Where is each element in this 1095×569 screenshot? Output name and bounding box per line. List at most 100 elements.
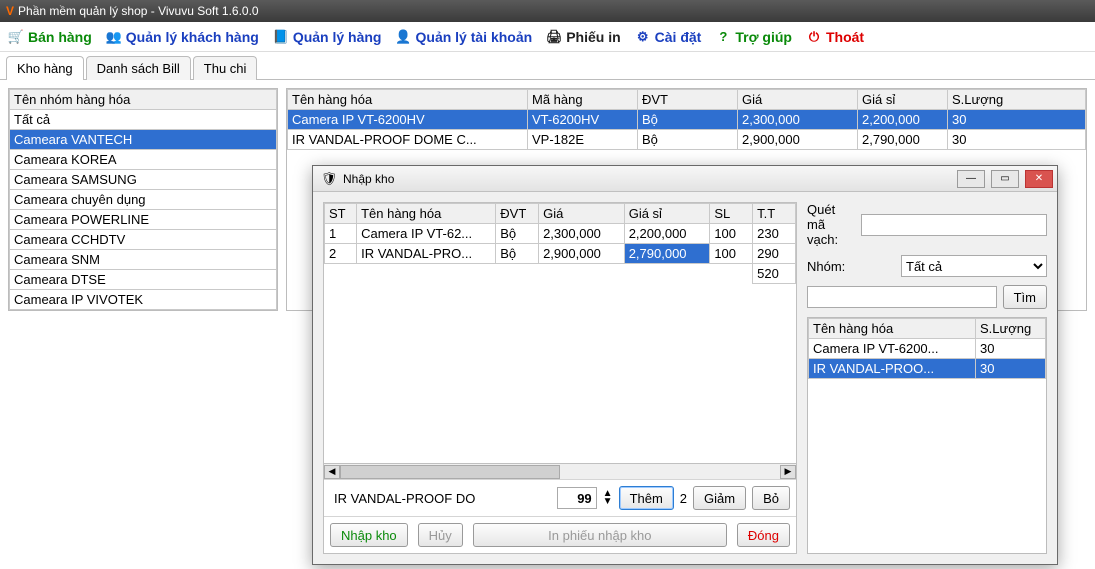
- import-cell-price[interactable]: 2,900,000: [539, 244, 625, 264]
- toolbar-accounts-label: Quản lý tài khoản: [416, 29, 533, 45]
- dialog-titlebar[interactable]: 🛡 Nhập kho — ▭ ✕: [313, 166, 1057, 192]
- import-button[interactable]: Nhập kho: [330, 523, 408, 547]
- group-row-label: Cameara IP VIVOTEK: [10, 290, 277, 310]
- product-row[interactable]: IR VANDAL-PROOF DOME C...VP-182EBộ2,900,…: [288, 130, 1086, 150]
- import-row[interactable]: 1Camera IP VT-62...Bộ2,300,0002,200,0001…: [325, 224, 796, 244]
- import-cell-unit[interactable]: Bộ: [496, 244, 539, 264]
- cancel-button: Hủy: [418, 523, 463, 547]
- group-row[interactable]: Cameara chuyên dụng: [10, 190, 277, 210]
- scan-label: Quét mã vạch:: [807, 202, 855, 247]
- group-row[interactable]: Tất cả: [10, 110, 277, 130]
- group-row-label: Cameara SNM: [10, 250, 277, 270]
- import-cell-tt[interactable]: 290: [753, 244, 796, 264]
- scroll-right-icon[interactable]: ▶: [780, 465, 796, 479]
- product-cell-name: IR VANDAL-PROOF DOME C...: [288, 130, 528, 150]
- toolbar-settings[interactable]: ⚙ Cài đặt: [635, 29, 702, 45]
- toolbar-print-label: Phiếu in: [566, 29, 620, 45]
- ig-col-st[interactable]: ST: [325, 204, 357, 224]
- import-cell-name[interactable]: IR VANDAL-PRO...: [357, 244, 496, 264]
- search-input[interactable]: [807, 286, 997, 308]
- add-button[interactable]: Thêm: [619, 486, 674, 510]
- col-qty[interactable]: S.Lượng: [948, 90, 1086, 110]
- col-name[interactable]: Tên hàng hóa: [288, 90, 528, 110]
- product-row[interactable]: Camera IP VT-6200HVVT-6200HVBộ2,300,0002…: [288, 110, 1086, 130]
- ig-footer-total: 520: [753, 264, 796, 284]
- app-icon: V: [6, 0, 14, 22]
- toolbar-accounts[interactable]: 👤 Quản lý tài khoản: [396, 29, 533, 45]
- side-col-qty[interactable]: S.Lượng: [976, 319, 1046, 339]
- col-wprice[interactable]: Giá sỉ: [858, 90, 948, 110]
- product-cell-code: VT-6200HV: [528, 110, 638, 130]
- close-button[interactable]: ✕: [1025, 170, 1053, 188]
- ig-col-sl[interactable]: SL: [710, 204, 753, 224]
- group-row[interactable]: Cameara CCHDTV: [10, 230, 277, 250]
- import-cell-tt[interactable]: 230: [753, 224, 796, 244]
- col-code[interactable]: Mã hàng: [528, 90, 638, 110]
- toolbar-exit[interactable]: ⏻ Thoát: [806, 29, 864, 45]
- remove-button[interactable]: Bỏ: [752, 486, 790, 510]
- col-price[interactable]: Giá: [738, 90, 858, 110]
- group-row-label: Cameara DTSE: [10, 270, 277, 290]
- side-list-cell-name: Camera IP VT-6200...: [809, 339, 976, 359]
- scroll-thumb[interactable]: [340, 465, 560, 479]
- decrease-button[interactable]: Giảm: [693, 486, 746, 510]
- toolbar-sell[interactable]: 🛒 Bán hàng: [8, 29, 92, 45]
- group-table: Tên nhóm hàng hóa Tất cảCameara VANTECHC…: [9, 89, 277, 310]
- ig-col-name[interactable]: Tên hàng hóa: [357, 204, 496, 224]
- import-cell-st[interactable]: 1: [325, 224, 357, 244]
- side-list-row[interactable]: IR VANDAL-PROO...30: [809, 359, 1046, 379]
- side-col-name[interactable]: Tên hàng hóa: [809, 319, 976, 339]
- toolbar-inventory-label: Quản lý hàng: [293, 29, 382, 45]
- tab-strip: Kho hàng Danh sách Bill Thu chi: [0, 56, 1095, 80]
- scroll-left-icon[interactable]: ◀: [324, 465, 340, 479]
- group-select[interactable]: Tất cả: [901, 255, 1047, 277]
- toolbar-exit-label: Thoát: [826, 29, 864, 45]
- search-button[interactable]: Tìm: [1003, 285, 1047, 309]
- maximize-button[interactable]: ▭: [991, 170, 1019, 188]
- toolbar-inventory[interactable]: 📘 Quản lý hàng: [273, 29, 382, 45]
- toolbar-print[interactable]: 🖨 Phiếu in: [546, 29, 620, 45]
- help-icon: ?: [715, 29, 731, 45]
- tab-warehouse[interactable]: Kho hàng: [6, 56, 84, 80]
- toolbar-customers[interactable]: 👥 Quản lý khách hàng: [106, 29, 259, 45]
- minimize-button[interactable]: —: [957, 170, 985, 188]
- toolbar-help-label: Trợ giúp: [735, 29, 792, 45]
- import-cell-sl[interactable]: 100: [710, 224, 753, 244]
- toolbar-customers-label: Quản lý khách hàng: [126, 29, 259, 45]
- import-cell-price[interactable]: 2,300,000: [539, 224, 625, 244]
- barcode-input[interactable]: [861, 214, 1047, 236]
- group-row[interactable]: Cameara POWERLINE: [10, 210, 277, 230]
- import-cell-st[interactable]: 2: [325, 244, 357, 264]
- horizontal-scrollbar[interactable]: ◀ ▶: [324, 463, 796, 479]
- import-cell-wprice[interactable]: 2,200,000: [624, 224, 710, 244]
- group-row[interactable]: Cameara SNM: [10, 250, 277, 270]
- ig-col-unit[interactable]: ĐVT: [496, 204, 539, 224]
- import-cell-wprice[interactable]: 2,790,000: [624, 244, 710, 264]
- qty-input[interactable]: [557, 487, 597, 509]
- ig-col-tt[interactable]: T.T: [753, 204, 796, 224]
- close-dialog-button[interactable]: Đóng: [737, 523, 790, 547]
- group-row[interactable]: Cameara KOREA: [10, 150, 277, 170]
- ig-col-price[interactable]: Giá: [539, 204, 625, 224]
- group-row-label: Cameara VANTECH: [10, 130, 277, 150]
- import-cell-sl[interactable]: 100: [710, 244, 753, 264]
- tab-cash[interactable]: Thu chi: [193, 56, 258, 80]
- product-cell-wprice: 2,790,000: [858, 130, 948, 150]
- group-row[interactable]: Cameara DTSE: [10, 270, 277, 290]
- toolbar-settings-label: Cài đặt: [655, 29, 702, 45]
- bottom-button-row: Nhập kho Hủy In phiếu nhập kho Đóng: [324, 516, 796, 553]
- import-cell-name[interactable]: Camera IP VT-62...: [357, 224, 496, 244]
- toolbar-help[interactable]: ? Trợ giúp: [715, 29, 792, 45]
- group-row[interactable]: Cameara VANTECH: [10, 130, 277, 150]
- ig-col-wprice[interactable]: Giá sỉ: [624, 204, 710, 224]
- side-list-row[interactable]: Camera IP VT-6200...30: [809, 339, 1046, 359]
- group-row[interactable]: Cameara IP VIVOTEK: [10, 290, 277, 310]
- import-row[interactable]: 2IR VANDAL-PRO...Bộ2,900,0002,790,000100…: [325, 244, 796, 264]
- spinner-icon[interactable]: ▲▼: [603, 490, 613, 506]
- group-row[interactable]: Cameara SAMSUNG: [10, 170, 277, 190]
- tab-bill-list[interactable]: Danh sách Bill: [86, 56, 191, 80]
- import-cell-unit[interactable]: Bộ: [496, 224, 539, 244]
- window-title: Phần mềm quản lý shop - Vivuvu Soft 1.6.…: [18, 0, 259, 22]
- col-unit[interactable]: ĐVT: [638, 90, 738, 110]
- gear-icon: ⚙: [635, 29, 651, 45]
